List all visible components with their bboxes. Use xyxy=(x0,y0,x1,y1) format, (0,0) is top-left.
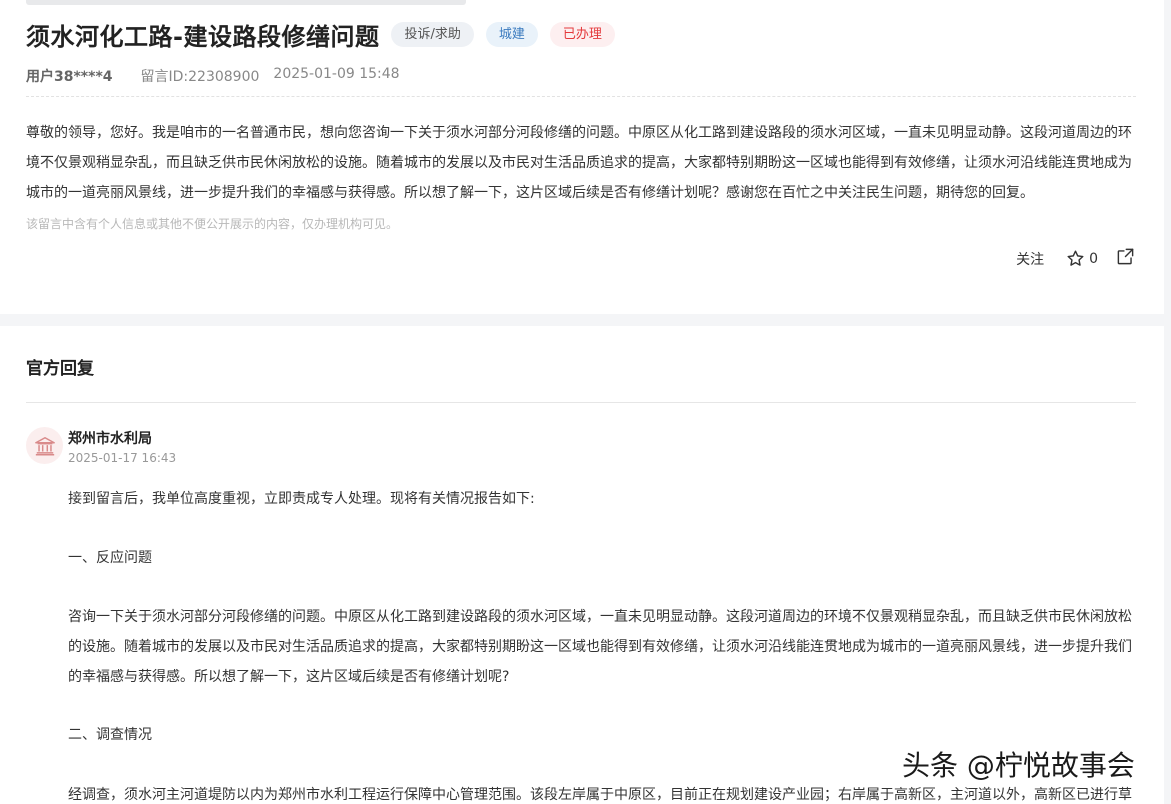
divider xyxy=(26,402,1136,403)
tag-department[interactable]: 城建 xyxy=(485,21,538,47)
reply-time: 2025-01-17 16:43 xyxy=(68,451,177,465)
title-row: 须水河化工路-建设路段修缮问题 投诉/求助 城建 已办理 xyxy=(26,16,615,52)
action-bar: 关注 0 xyxy=(1016,247,1135,270)
top-strip xyxy=(26,0,466,5)
watermark: 头条 @柠悦故事会 xyxy=(902,749,1135,782)
reply-paragraph: 咨询一下关于须水河部分河段修缮的问题。中原区从化工路到建设路段的须水河区域，一直… xyxy=(68,609,1132,685)
divider xyxy=(26,96,1136,97)
privacy-notice: 该留言中含有个人信息或其他不便公开展示的内容，仅办理机构可见。 xyxy=(26,217,399,231)
star-icon xyxy=(1067,250,1084,266)
org-name: 郑州市水利局 xyxy=(68,431,152,447)
star-count: 0 xyxy=(1089,250,1098,267)
reply-paragraph: 接到留言后，我单位高度重视，立即责成专人处理。现将有关情况报告如下: xyxy=(68,491,535,507)
user-name: 用户38****4 xyxy=(26,69,113,85)
follow-button[interactable]: 关注 xyxy=(1016,249,1044,269)
tag-category[interactable]: 投诉/求助 xyxy=(391,21,474,47)
star-button[interactable]: 0 xyxy=(1066,249,1098,268)
question-body: 尊敬的领导，您好。我是咱市的一名普通市民，想向您咨询一下关于须水河部分河段修缮的… xyxy=(26,125,1132,201)
share-button[interactable] xyxy=(1116,247,1135,270)
page-title: 须水河化工路-建设路段修缮问题 xyxy=(26,22,380,51)
reply-heading: 一、反应问题 xyxy=(68,550,152,566)
message-id: 留言ID:22308900 xyxy=(140,69,260,85)
status-badge: 已办理 xyxy=(549,21,615,47)
government-building-icon xyxy=(34,436,55,455)
avatar xyxy=(26,427,63,464)
meta-row: 用户38****4 留言ID:22308900 2025-01-09 15:48 xyxy=(26,66,400,86)
reply-section-title: 官方回复 xyxy=(26,359,94,379)
post-time: 2025-01-09 15:48 xyxy=(273,66,400,82)
share-icon xyxy=(1117,248,1134,265)
